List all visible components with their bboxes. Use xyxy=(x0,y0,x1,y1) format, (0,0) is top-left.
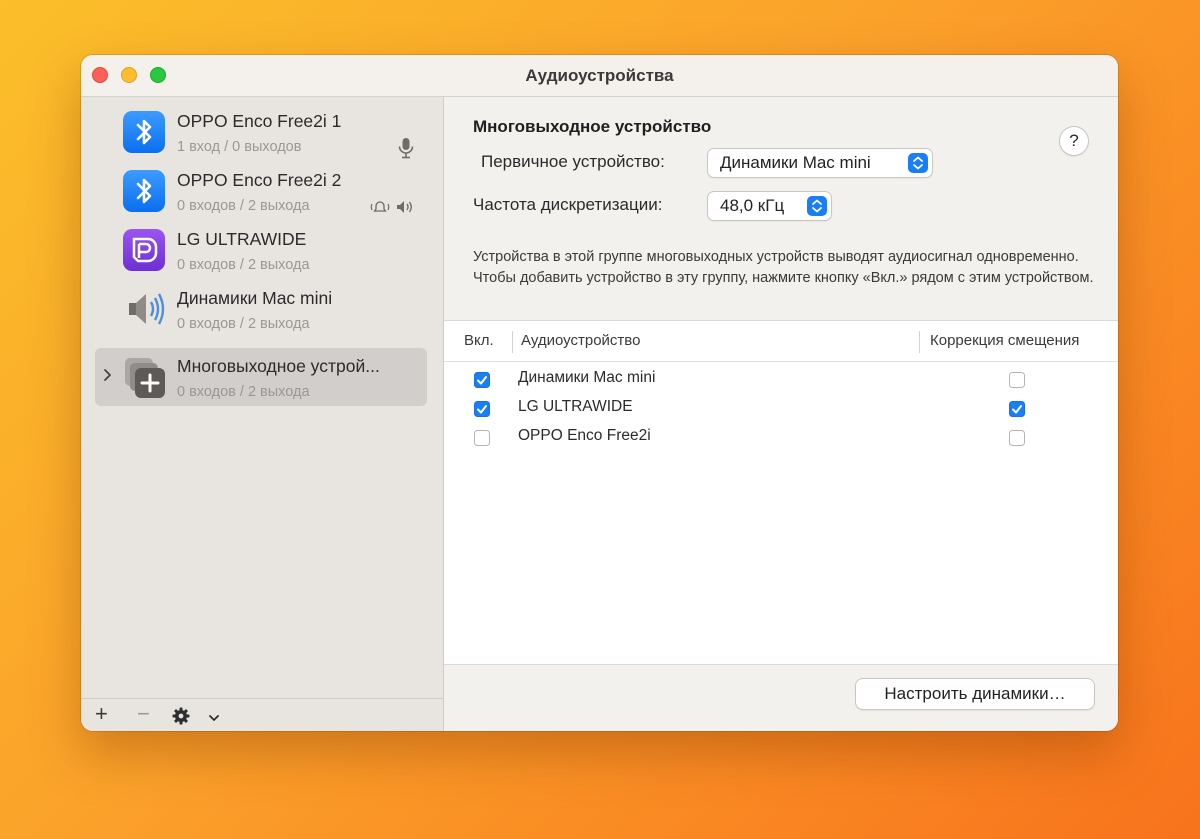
chevron-down-icon[interactable] xyxy=(208,710,220,728)
device-name: OPPO Enco Free2i 1 xyxy=(177,111,342,131)
chevron-right-icon[interactable] xyxy=(103,368,113,387)
column-divider xyxy=(512,331,513,353)
sidebar-device-mac-mini-speakers[interactable]: Динамики Mac mini 0 входов / 2 выхода xyxy=(95,280,427,338)
table-row: LG ULTRAWIDE xyxy=(444,394,1118,423)
configure-speakers-button[interactable]: Настроить динамики… xyxy=(856,679,1094,709)
select-arrows-icon xyxy=(908,153,928,173)
group-description: Устройства в этой группе многовыходных у… xyxy=(473,249,1094,286)
device-name: LG ULTRAWIDE xyxy=(177,229,307,249)
title-bar: Аудиоустройства xyxy=(81,55,1118,97)
device-io: 0 входов / 2 выхода xyxy=(177,316,310,332)
enable-checkbox[interactable] xyxy=(474,401,490,417)
device-io: 1 вход / 0 выходов xyxy=(177,139,302,155)
drift-correction-checkbox[interactable] xyxy=(1009,401,1025,417)
remove-device-button[interactable]: − xyxy=(137,701,150,727)
sample-rate-select[interactable]: 48,0 кГц xyxy=(708,192,831,220)
sidebar-device-lg-ultrawide[interactable]: LG ULTRAWIDE 0 входов / 2 выхода xyxy=(95,221,427,279)
speaker-icon xyxy=(123,288,165,330)
device-sidebar: OPPO Enco Free2i 1 1 вход / 0 выходов OP… xyxy=(81,97,444,731)
sample-rate-value: 48,0 кГц xyxy=(720,196,785,215)
section-title: Многовыходное устройство xyxy=(473,117,712,136)
microphone-icon xyxy=(397,137,415,164)
column-divider xyxy=(919,331,920,353)
sidebar-device-oppo-2[interactable]: OPPO Enco Free2i 2 0 входов / 2 выхода xyxy=(95,162,427,220)
enable-checkbox[interactable] xyxy=(474,430,490,446)
select-arrows-icon xyxy=(807,196,827,216)
header-divider xyxy=(444,361,1118,362)
displayport-icon xyxy=(123,229,165,271)
alert-sound-icon xyxy=(369,201,395,219)
device-name-cell: LG ULTRAWIDE xyxy=(518,398,633,415)
enable-checkbox[interactable] xyxy=(474,372,490,388)
multi-output-icon xyxy=(123,356,165,398)
device-status-badges xyxy=(369,199,415,220)
device-name: Многовыходное устрой... xyxy=(177,356,380,376)
sidebar-device-oppo-1[interactable]: OPPO Enco Free2i 1 1 вход / 0 выходов xyxy=(95,103,427,161)
speaker-volume-icon xyxy=(395,201,415,219)
device-name-cell: OPPO Enco Free2i xyxy=(518,427,651,444)
column-header-drift-correction[interactable]: Коррекция смещения xyxy=(930,321,1079,361)
add-device-button[interactable]: + xyxy=(95,701,108,727)
window-title: Аудиоустройства xyxy=(525,66,674,85)
device-table: Вкл. Аудиоустройство Коррекция смещения … xyxy=(444,320,1118,665)
column-header-device[interactable]: Аудиоустройство xyxy=(521,321,640,361)
sidebar-toolbar: + − xyxy=(81,698,443,731)
device-name: Динамики Mac mini xyxy=(177,288,333,308)
primary-device-label: Первичное устройство: xyxy=(481,152,665,171)
device-name-cell: Динамики Mac mini xyxy=(518,369,656,386)
device-io: 0 входов / 2 выхода xyxy=(177,257,310,273)
device-detail-panel: Многовыходное устройство ? Первичное уст… xyxy=(444,97,1118,731)
table-row: Динамики Mac mini xyxy=(444,365,1118,394)
help-button[interactable]: ? xyxy=(1060,127,1088,155)
column-header-on[interactable]: Вкл. xyxy=(464,321,494,361)
table-row: OPPO Enco Free2i xyxy=(444,423,1118,452)
sample-rate-label: Частота дискретизации: xyxy=(473,195,663,214)
gear-icon[interactable] xyxy=(172,707,190,730)
bluetooth-icon xyxy=(123,111,165,153)
device-io: 0 входов / 2 выхода xyxy=(177,198,310,214)
drift-correction-checkbox[interactable] xyxy=(1009,372,1025,388)
drift-correction-checkbox[interactable] xyxy=(1009,430,1025,446)
primary-device-select[interactable]: Динамики Mac mini xyxy=(708,149,932,177)
sidebar-device-multi-output[interactable]: Многовыходное устрой... 0 входов / 2 вых… xyxy=(95,348,427,406)
primary-device-value: Динамики Mac mini xyxy=(720,153,871,172)
device-name: OPPO Enco Free2i 2 xyxy=(177,170,342,190)
device-io: 0 входов / 2 выхода xyxy=(177,384,310,400)
audio-devices-window: Аудиоустройства OPPO Enco Free2i 1 1 вхо… xyxy=(81,55,1118,731)
bluetooth-icon xyxy=(123,170,165,212)
